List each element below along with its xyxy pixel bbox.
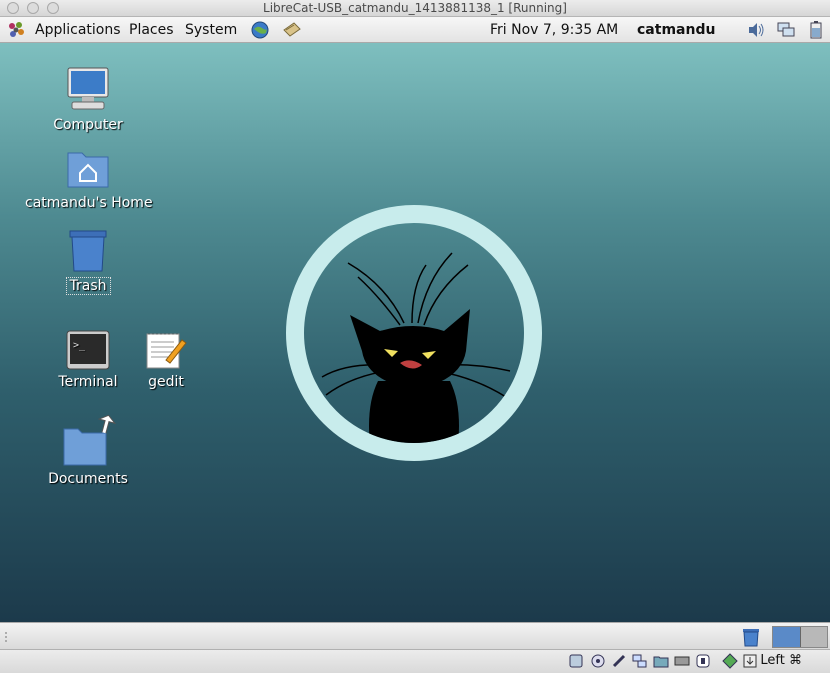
menu-places[interactable]: Places xyxy=(129,21,174,39)
trash-applet-icon[interactable] xyxy=(740,627,762,647)
desktop-icon-gedit[interactable]: gedit xyxy=(130,330,202,390)
network-icon[interactable] xyxy=(776,20,796,40)
home-folder-icon xyxy=(67,152,109,188)
computer-icon xyxy=(67,67,109,110)
desktop-icon-documents[interactable]: Documents xyxy=(38,414,138,487)
desktop-icon-label: Terminal xyxy=(58,374,118,390)
workspace-2[interactable] xyxy=(800,627,827,647)
trash-icon xyxy=(69,230,107,272)
clock[interactable]: Fri Nov 7, 9:35 AM xyxy=(490,21,618,39)
mouse-integration-icon[interactable] xyxy=(722,653,738,669)
window-title: LibreCat-USB_catmandu_1413881138_1 [Runn… xyxy=(263,1,567,15)
battery-icon[interactable] xyxy=(806,20,826,40)
desktop-icon-label: Computer xyxy=(53,117,123,133)
minimize-window-button[interactable] xyxy=(27,2,39,14)
user-name[interactable]: catmandu xyxy=(637,21,715,39)
terminal-icon: >_ xyxy=(66,330,110,370)
panel-grip[interactable] xyxy=(4,631,8,643)
close-window-button[interactable] xyxy=(7,2,19,14)
desktop-icon-label: catmandu's Home xyxy=(25,195,153,211)
video-capture-icon[interactable] xyxy=(695,653,711,669)
zoom-window-button[interactable] xyxy=(47,2,59,14)
top-panel: Applications Places System Fri Nov 7, 9:… xyxy=(0,17,830,43)
bottom-panel xyxy=(0,622,830,649)
network-adapter-icon[interactable] xyxy=(632,653,648,669)
hard-disk-icon[interactable] xyxy=(568,653,584,669)
desktop-icon-label: Documents xyxy=(48,471,128,487)
desktop-icon-trash[interactable]: Trash xyxy=(38,227,138,295)
display-icon[interactable] xyxy=(674,653,690,669)
host-key-label: Left ⌘ xyxy=(760,653,802,668)
mail-icon[interactable] xyxy=(282,20,302,40)
desktop-icon-label: gedit xyxy=(148,374,184,390)
menu-applications[interactable]: Applications xyxy=(35,21,121,39)
workspace-1[interactable] xyxy=(773,627,801,647)
menu-system[interactable]: System xyxy=(185,21,237,39)
desktop-icon-computer[interactable]: Computer xyxy=(38,65,138,133)
usb-icon[interactable] xyxy=(611,653,627,669)
shared-folders-icon[interactable] xyxy=(653,653,669,669)
wallpaper-cat-logo xyxy=(286,205,542,461)
browser-globe-icon[interactable] xyxy=(250,20,270,40)
keyboard-capture-icon[interactable] xyxy=(742,653,758,669)
desktop-icon-label: Trash xyxy=(65,277,111,295)
desktop[interactable]: Computer catmandu's Home Trash >_ Termin… xyxy=(0,43,830,622)
window-controls xyxy=(7,2,59,14)
gedit-icon xyxy=(146,333,187,369)
svg-text:>_: >_ xyxy=(73,340,86,351)
optical-drive-icon[interactable] xyxy=(590,653,606,669)
desktop-icon-terminal[interactable]: >_ Terminal xyxy=(48,330,128,390)
vbox-status-bar: Left ⌘ xyxy=(0,649,830,673)
gnome-foot-icon xyxy=(9,22,24,37)
workspace-switcher[interactable] xyxy=(772,626,828,648)
desktop-icon-home[interactable]: catmandu's Home xyxy=(22,147,154,211)
volume-icon[interactable] xyxy=(746,20,766,40)
documents-folder-icon xyxy=(63,414,117,466)
window-titlebar: LibreCat-USB_catmandu_1413881138_1 [Runn… xyxy=(0,0,830,17)
